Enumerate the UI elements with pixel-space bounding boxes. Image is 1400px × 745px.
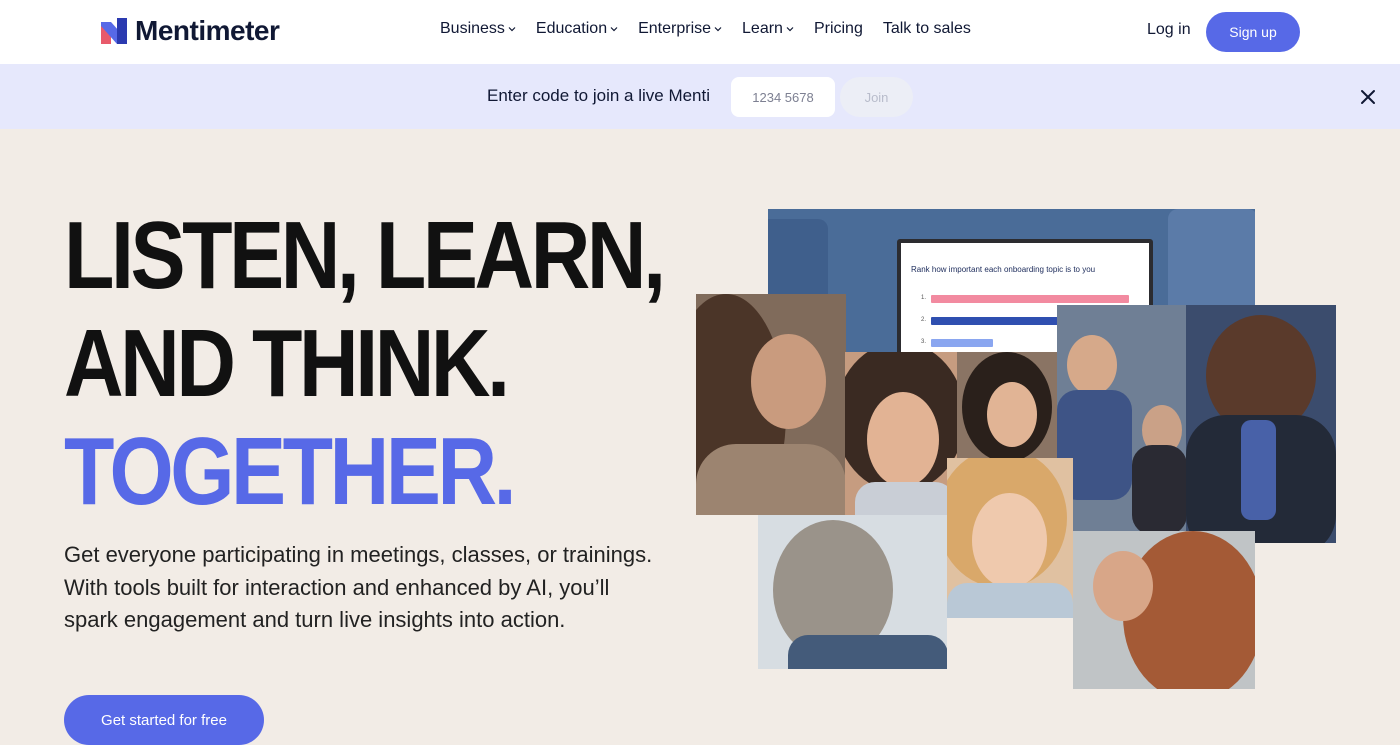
chevron-down-icon xyxy=(508,27,516,32)
nav-item-learn[interactable]: Learn xyxy=(742,20,794,38)
woman-listening-photo xyxy=(696,294,846,515)
close-icon[interactable] xyxy=(1359,88,1377,106)
nav-item-label: Talk to sales xyxy=(882,20,971,37)
man-from-behind-photo xyxy=(758,515,947,669)
man-listening-photo xyxy=(1186,305,1336,543)
mentimeter-logo[interactable]: Mentimeter xyxy=(101,15,280,46)
woman-smiling-photo xyxy=(957,352,1057,458)
join-code-bar: Enter code to join a live Menti Join xyxy=(0,64,1400,129)
blonde-woman-photo xyxy=(947,458,1073,618)
hero-headline: LISTEN, LEARN, AND THINK. TOGETHER. xyxy=(64,202,666,526)
smiling-woman-photo xyxy=(845,352,957,516)
nav-item-label: Learn xyxy=(742,20,783,37)
join-prompt: Enter code to join a live Menti xyxy=(487,86,711,105)
join-button[interactable]: Join xyxy=(840,77,913,117)
slide-question: Rank how important each onboarding topic… xyxy=(911,265,1096,274)
rank-bar xyxy=(931,295,1129,303)
nav-item-label: Business xyxy=(440,20,505,37)
get-started-button[interactable]: Get started for free xyxy=(64,695,264,745)
group-discussion-photo xyxy=(1057,305,1187,533)
nav-item-talk-to-sales[interactable]: Talk to sales xyxy=(883,20,971,38)
headline-line-2: AND THINK. xyxy=(64,310,510,417)
mentimeter-logo-icon xyxy=(101,18,127,44)
hero-description: Get everyone participating in meetings, … xyxy=(64,542,653,632)
nav-item-education[interactable]: Education xyxy=(536,20,618,38)
rank-number: 3. xyxy=(921,339,927,345)
chevron-down-icon xyxy=(610,27,618,32)
nav-item-business[interactable]: Business xyxy=(440,20,516,38)
chevron-down-icon xyxy=(714,27,722,32)
join-code-input[interactable] xyxy=(731,77,835,117)
headline-line-1: LISTEN, LEARN, xyxy=(64,202,666,309)
rank-number: 2. xyxy=(921,317,927,323)
woman-redhair-photo xyxy=(1073,531,1255,689)
signup-button[interactable]: Sign up xyxy=(1206,12,1300,52)
login-link[interactable]: Log in xyxy=(1147,21,1191,39)
nav-item-label: Enterprise xyxy=(638,20,712,37)
top-navigation: Mentimeter Business Education Enterprise… xyxy=(0,0,1400,64)
nav-item-enterprise[interactable]: Enterprise xyxy=(638,20,722,38)
nav-item-label: Education xyxy=(535,20,608,37)
chevron-down-icon xyxy=(786,27,794,32)
rank-number: 1. xyxy=(921,295,927,301)
rank-bar xyxy=(931,339,993,347)
main-menu: Business Education Enterprise Learn Pric… xyxy=(440,20,971,38)
headline-line-3: TOGETHER. xyxy=(64,418,517,525)
nav-item-label: Pricing xyxy=(813,20,863,37)
logo-wordmark: Mentimeter xyxy=(135,15,280,46)
nav-item-pricing[interactable]: Pricing xyxy=(814,20,863,38)
